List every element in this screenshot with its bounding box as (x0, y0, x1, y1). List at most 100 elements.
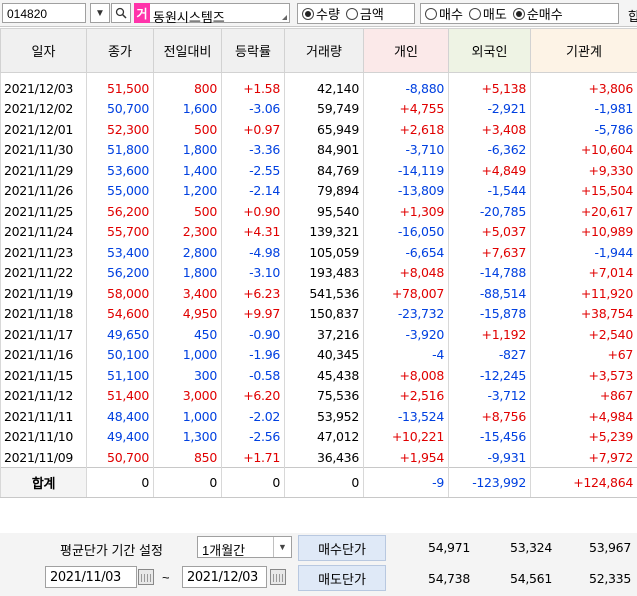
table-row[interactable]: 2021/11/29 53,600 1,400 -2.55 84,769 -14,119 +… (0, 160, 637, 181)
table-row[interactable]: 2021/11/22 56,200 1,800 -3.10 193,483 +8,048-… (0, 262, 637, 283)
radio-amount[interactable]: 금액 (345, 4, 384, 23)
row-change: 1,200 (153, 180, 222, 201)
row-volume: 84,901 (284, 139, 364, 160)
row-institution: +67 (530, 344, 637, 365)
row-date: 2021/11/30 (0, 139, 87, 160)
table-row[interactable]: 2021/11/26 55,000 1,200 -2.14 79,894 -13,809-… (0, 180, 637, 201)
radio-net-buy[interactable]: 순매수 (512, 4, 563, 23)
radio-unselected-icon (425, 7, 437, 20)
row-change: 450 (153, 324, 222, 345)
row-institution: +5,239 (530, 426, 637, 447)
stock-name-label: 동원시스템즈 (153, 10, 225, 25)
header-volume[interactable]: 거래량 (284, 28, 364, 73)
row-close: 48,400 (86, 406, 154, 427)
row-date: 2021/11/11 (0, 406, 87, 427)
stock-name-field[interactable]: 동원시스템즈 (150, 3, 290, 25)
radio-selected-icon (512, 7, 525, 20)
row-foreign: +3,408 (448, 119, 531, 140)
table-row[interactable]: 2021/11/15 51,100 300 -0.58 45,438 +8,008 -12,… (0, 365, 637, 386)
row-close: 51,100 (86, 365, 154, 386)
sell-price-individual: 54,738 (428, 571, 470, 586)
row-change: 3,400 (153, 283, 222, 304)
row-foreign: -12,245 (448, 365, 531, 386)
header-change[interactable]: 전일대비 (153, 28, 222, 73)
toolbar: 014820 ▼ 거 동원시스템즈 수량 금액 매수 매도 순매수 합 (0, 0, 637, 27)
table-row[interactable]: 2021/11/24 55,700 2,300 +4.31 139,321 -16,050… (0, 221, 637, 242)
table-row[interactable]: 2021/11/18 54,600 4,950 +9.97 150,837 -23,732… (0, 303, 637, 324)
header-close[interactable]: 종가 (86, 28, 154, 73)
row-rate: -2.56 (221, 426, 285, 447)
row-close: 55,000 (86, 180, 154, 201)
summary-row: 합계 0 0 0 0 -9 -123,992 +124,864 (0, 467, 637, 498)
table-row[interactable]: 2021/11/30 51,800 1,800 -3.36 84,901 -3,710 -6… (0, 139, 637, 160)
row-volume: 541,536 (284, 283, 364, 304)
table-row[interactable]: 2021/11/09 50,700 850 +1.71 36,436 +1,954 -9,9… (0, 447, 637, 468)
row-individual: +8,048 (363, 262, 449, 283)
calendar-icon[interactable] (138, 569, 154, 585)
row-individual: +1,309 (363, 201, 449, 222)
summary-cell: 0 (153, 467, 222, 498)
row-institution: +10,989 (530, 221, 637, 242)
radio-unselected-icon (345, 7, 358, 20)
row-institution: +3,806 (530, 72, 637, 99)
chevron-down-icon[interactable]: ▼ (273, 537, 291, 557)
row-individual: +2,516 (363, 385, 449, 406)
search-icon[interactable] (111, 3, 131, 23)
header-foreign[interactable]: 외국인 (448, 28, 531, 73)
row-rate: -3.06 (221, 98, 285, 119)
header-institution[interactable]: 기관계 (530, 28, 637, 73)
table-row[interactable]: 2021/11/16 50,100 1,000 -1.96 40,345 -4 -827 +6… (0, 344, 637, 365)
table-row[interactable]: 2021/11/23 53,400 2,800 -4.98 105,059 -6,654 +… (0, 242, 637, 263)
row-rate: +9.97 (221, 303, 285, 324)
row-institution: +7,014 (530, 262, 637, 283)
row-institution: +20,617 (530, 201, 637, 222)
table-row[interactable]: 2021/12/02 50,700 1,600 -3.06 59,749 +4,755 -2… (0, 98, 637, 119)
row-date: 2021/11/29 (0, 160, 87, 181)
table-row[interactable]: 2021/11/10 49,400 1,300 -2.56 47,012 +10,221-… (0, 426, 637, 447)
row-date: 2021/12/02 (0, 98, 87, 119)
period-select[interactable]: 1개월간 ▼ (197, 536, 292, 558)
radio-quantity[interactable]: 수량 (302, 4, 340, 23)
row-change: 1,800 (153, 262, 222, 283)
stock-code-input[interactable]: 014820 (2, 3, 86, 23)
table-row[interactable]: 2021/11/12 51,400 3,000 +6.20 75,536 +2,516 -3… (0, 385, 637, 406)
row-change: 300 (153, 365, 222, 386)
row-volume: 40,345 (284, 344, 364, 365)
row-rate: +0.90 (221, 201, 285, 222)
radio-sell[interactable]: 매도 (468, 4, 507, 23)
table-row[interactable]: 2021/11/19 58,000 3,400 +6.23 541,536 +78,007… (0, 283, 637, 304)
header-rate[interactable]: 등락률 (221, 28, 285, 73)
row-institution: +867 (530, 385, 637, 406)
row-rate: +6.23 (221, 283, 285, 304)
dropdown-chevron-icon[interactable]: ▼ (90, 3, 110, 23)
truncated-label: 합 (628, 9, 637, 24)
table-row[interactable]: 2021/12/03 51,500 800 +1.58 42,140 -8,880 +5,1… (0, 72, 637, 99)
table-row[interactable]: 2021/11/25 56,200 500 +0.90 95,540 +1,309 -20,… (0, 201, 637, 222)
header-date[interactable]: 일자 (0, 28, 87, 73)
range-separator: ~ (162, 570, 170, 585)
summary-label: 합계 (0, 467, 87, 498)
calendar-icon[interactable] (270, 569, 286, 585)
row-close: 50,100 (86, 344, 154, 365)
market-badge: 거 (134, 3, 150, 23)
row-change: 1,400 (153, 160, 222, 181)
row-institution: -1,981 (530, 98, 637, 119)
row-date: 2021/11/23 (0, 242, 87, 263)
row-volume: 84,769 (284, 160, 364, 181)
table-row[interactable]: 2021/11/11 48,400 1,000 -2.02 53,952 -13,524 +… (0, 406, 637, 427)
row-change: 500 (153, 201, 222, 222)
row-change: 1,300 (153, 426, 222, 447)
radio-buy[interactable]: 매수 (425, 4, 463, 23)
row-volume: 36,436 (284, 447, 364, 468)
table-row[interactable]: 2021/11/17 49,650 450 -0.90 37,216 -3,920 +1,1… (0, 324, 637, 345)
row-change: 1,600 (153, 98, 222, 119)
row-foreign: +4,849 (448, 160, 531, 181)
row-close: 51,400 (86, 385, 154, 406)
start-date-input[interactable]: 2021/11/03 (45, 566, 137, 588)
sell-price-label: 매도단가 (298, 565, 386, 591)
header-individual[interactable]: 개인 (363, 28, 449, 73)
end-date-input[interactable]: 2021/12/03 (182, 566, 267, 588)
period-select-value: 1개월간 (202, 543, 246, 558)
row-volume: 193,483 (284, 262, 364, 283)
table-row[interactable]: 2021/12/01 52,300 500 +0.97 65,949 +2,618 +3,4… (0, 119, 637, 140)
